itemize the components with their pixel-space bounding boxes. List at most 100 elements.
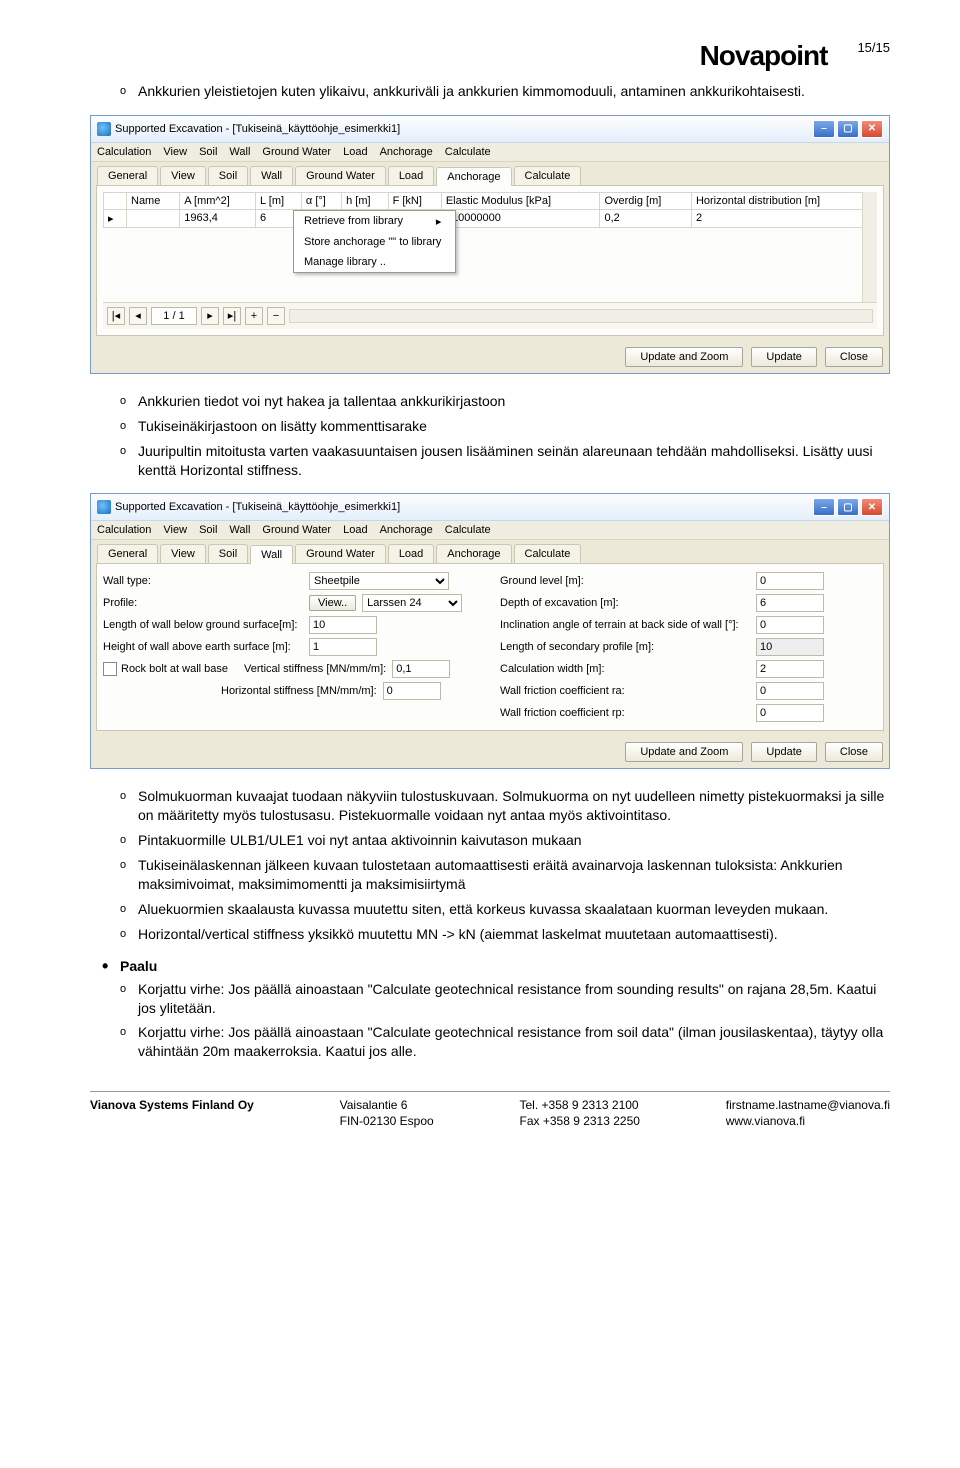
tab-general[interactable]: General [97, 544, 158, 563]
nav-prev-icon[interactable]: ◂ [129, 307, 147, 325]
tab-ground-water[interactable]: Ground Water [295, 166, 386, 185]
tab-general[interactable]: General [97, 166, 158, 185]
tab-view[interactable]: View [160, 544, 206, 563]
menu-item[interactable]: Anchorage [380, 146, 433, 158]
tab-ground-water[interactable]: Ground Water [295, 544, 386, 563]
update-button[interactable]: Update [751, 347, 816, 367]
depth-excavation-input[interactable] [756, 594, 824, 612]
tab-calculate[interactable]: Calculate [514, 544, 582, 563]
cell[interactable]: 2 [691, 209, 876, 227]
col-header[interactable]: Horizontal distribution [m] [691, 192, 876, 209]
col-header[interactable]: Elastic Modulus [kPa] [441, 192, 600, 209]
anchorage-table[interactable]: Name A [mm^2] L [m] α [°] h [m] F [kN] E… [103, 192, 877, 228]
maximize-button[interactable]: ▢ [837, 120, 859, 138]
table-row[interactable]: ▸ 1963,4 6 210000000 0,2 2 [104, 209, 877, 227]
friction-rp-input[interactable] [756, 704, 824, 722]
menu-item[interactable]: Ground Water [262, 524, 331, 536]
inclination-input[interactable] [756, 616, 824, 634]
add-row-icon[interactable]: + [245, 307, 263, 325]
ctx-store[interactable]: Store anchorage "" to library [294, 232, 455, 252]
update-zoom-button[interactable]: Update and Zoom [625, 742, 743, 762]
col-header[interactable]: F [kN] [388, 192, 441, 209]
tab-wall[interactable]: Wall [250, 166, 293, 185]
maximize-button[interactable]: ▢ [837, 498, 859, 516]
close-button[interactable]: ✕ [861, 498, 883, 516]
menu-item[interactable]: Soil [199, 524, 217, 536]
inclination-label: Inclination angle of terrain at back sid… [500, 619, 750, 631]
vstiff-input[interactable] [392, 660, 450, 678]
length-below-input[interactable] [309, 616, 377, 634]
ctx-manage[interactable]: Manage library .. [294, 252, 455, 272]
secondary-profile-input [756, 638, 824, 656]
vstiff-label: Vertical stiffness [MN/mm/m]: [244, 663, 386, 675]
tab-load[interactable]: Load [388, 166, 434, 185]
close-dialog-button[interactable]: Close [825, 742, 883, 762]
nav-next-icon[interactable]: ▸ [201, 307, 219, 325]
menu-item[interactable]: Soil [199, 146, 217, 158]
app-window-anchorage: Supported Excavation - [Tukiseinä_käyttö… [90, 115, 890, 374]
context-menu[interactable]: Retrieve from library▸ Store anchorage "… [293, 210, 456, 273]
col-header[interactable]: L [m] [256, 192, 302, 209]
close-button[interactable]: ✕ [861, 120, 883, 138]
app-icon [97, 500, 111, 514]
cell[interactable]: 1963,4 [180, 209, 256, 227]
hstiff-input[interactable] [383, 682, 441, 700]
update-zoom-button[interactable]: Update and Zoom [625, 347, 743, 367]
update-button[interactable]: Update [751, 742, 816, 762]
remove-row-icon[interactable]: − [267, 307, 285, 325]
menu-item[interactable]: Load [343, 524, 367, 536]
nav-first-icon[interactable]: |◂ [107, 307, 125, 325]
cell[interactable] [127, 209, 180, 227]
menu-item[interactable]: Calculate [445, 524, 491, 536]
col-header[interactable]: Overdig [m] [600, 192, 692, 209]
window-title: Supported Excavation - [Tukiseinä_käyttö… [115, 123, 400, 135]
horizontal-scrollbar[interactable] [289, 309, 873, 323]
menu-item[interactable]: Calculation [97, 146, 151, 158]
menu-item[interactable]: Wall [229, 146, 250, 158]
ctx-retrieve[interactable]: Retrieve from library▸ [294, 211, 455, 232]
vertical-scrollbar[interactable] [862, 192, 877, 302]
pager-input[interactable] [151, 307, 197, 325]
menu-item[interactable]: Anchorage [380, 524, 433, 536]
menu-item[interactable]: Calculation [97, 524, 151, 536]
cell[interactable]: 0,2 [600, 209, 692, 227]
col-header[interactable]: Name [127, 192, 180, 209]
profile-select[interactable]: Larssen 24 [362, 594, 462, 612]
menu-item[interactable]: Calculate [445, 146, 491, 158]
profile-label: Profile: [103, 597, 303, 609]
list-item: Korjattu virhe: Jos päällä ainoastaan "C… [120, 1023, 890, 1061]
hstiff-label: Horizontal stiffness [MN/mm/m]: [221, 685, 377, 697]
tab-soil[interactable]: Soil [208, 166, 248, 185]
close-dialog-button[interactable]: Close [825, 347, 883, 367]
minimize-button[interactable]: – [813, 498, 835, 516]
tab-wall[interactable]: Wall [250, 545, 293, 564]
tab-soil[interactable]: Soil [208, 544, 248, 563]
nav-last-icon[interactable]: ▸| [223, 307, 241, 325]
menu-item[interactable]: Load [343, 146, 367, 158]
tab-view[interactable]: View [160, 166, 206, 185]
tab-anchorage[interactable]: Anchorage [436, 544, 511, 563]
view-profile-button[interactable]: View.. [309, 595, 356, 611]
col-header[interactable]: h [m] [342, 192, 388, 209]
menu-item[interactable]: View [163, 524, 187, 536]
tab-calculate[interactable]: Calculate [514, 166, 582, 185]
calc-width-input[interactable] [756, 660, 824, 678]
menu-item[interactable]: Wall [229, 524, 250, 536]
ground-level-label: Ground level [m]: [500, 575, 750, 587]
height-above-input[interactable] [309, 638, 377, 656]
menu-item[interactable]: View [163, 146, 187, 158]
cell[interactable]: 210000000 [441, 209, 600, 227]
wall-type-select[interactable]: Sheetpile [309, 572, 449, 590]
col-header[interactable]: A [mm^2] [180, 192, 256, 209]
list-item: Ankkurien yleistietojen kuten ylikaivu, … [120, 82, 890, 101]
menu-bar[interactable]: Calculation View Soil Wall Ground Water … [91, 143, 889, 162]
tab-anchorage[interactable]: Anchorage [436, 167, 511, 186]
minimize-button[interactable]: – [813, 120, 835, 138]
ground-level-input[interactable] [756, 572, 824, 590]
col-header[interactable]: α [°] [301, 192, 341, 209]
rock-bolt-checkbox[interactable] [103, 662, 117, 676]
friction-ra-input[interactable] [756, 682, 824, 700]
menu-bar[interactable]: Calculation View Soil Wall Ground Water … [91, 521, 889, 540]
tab-load[interactable]: Load [388, 544, 434, 563]
menu-item[interactable]: Ground Water [262, 146, 331, 158]
